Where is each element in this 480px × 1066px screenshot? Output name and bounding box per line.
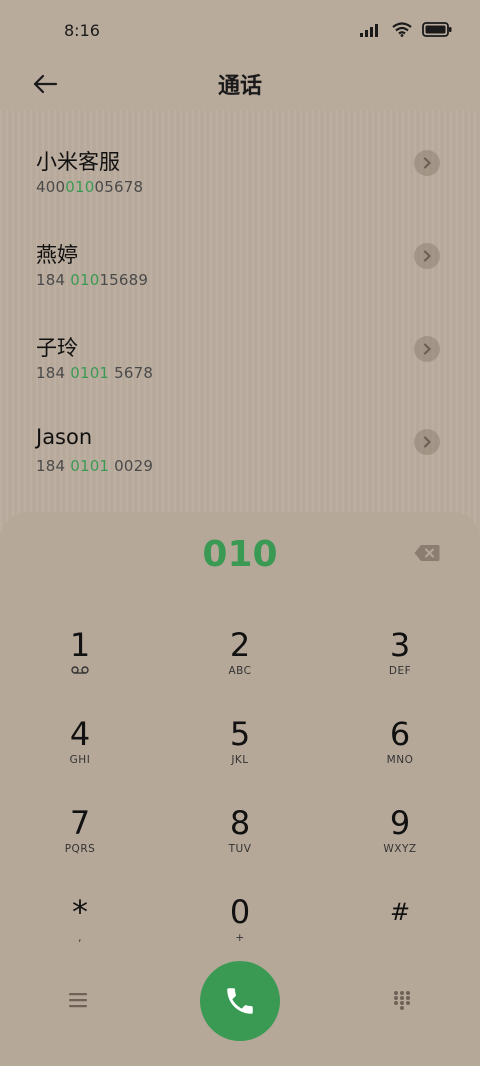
match-highlight: 0101 [70,457,110,475]
contact-number: 184 01015689 [36,271,149,289]
contact-number: 40001005678 [36,178,144,196]
key-8[interactable]: 8 TUV [180,805,300,885]
battery-icon [422,22,452,37]
key-3[interactable]: 3 DEF [340,627,460,707]
status-icons [360,22,452,37]
key-6[interactable]: 6 MNO [340,716,460,796]
page-title: 通话 [217,74,262,99]
backspace-icon [414,545,440,561]
match-highlight: 010 [70,271,100,289]
chevron-right-icon [424,157,431,169]
detail-button[interactable] [414,336,440,362]
chevron-right-icon [424,436,431,448]
signal-icon [360,23,378,37]
match-highlight: 010 [65,178,95,196]
menu-icon [69,993,87,1008]
key-2[interactable]: 2 ABC [180,627,300,707]
match-highlight: 0101 [70,364,110,382]
chevron-right-icon [424,343,431,355]
contact-number: 184 0101 0029 [36,457,154,475]
detail-button[interactable] [414,150,440,176]
dialed-number: 010 [202,534,278,575]
menu-button[interactable] [68,992,88,1008]
contact-number: 184 0101 5678 [36,364,154,382]
call-button[interactable] [200,961,280,1041]
key-5[interactable]: 5 JKL [180,716,300,796]
contact-result[interactable]: 小米客服 40001005678 [0,128,480,221]
bottom-action-bar [0,960,480,1050]
detail-button[interactable] [414,243,440,269]
detail-button[interactable] [414,429,440,455]
wifi-icon [392,22,412,37]
key-1[interactable]: 1 [20,627,140,707]
contact-result[interactable]: 燕婷 184 01015689 [0,221,480,314]
backspace-button[interactable] [414,544,440,562]
dialpad-icon [394,991,410,1010]
contact-name: Jason [36,425,93,449]
dialpad-toggle-button[interactable] [393,990,411,1010]
phone-icon [227,988,253,1014]
header: 通话 [0,62,480,106]
voicemail-icon [71,666,89,674]
status-bar: 8:16 [0,0,480,62]
contact-result[interactable]: Jason 184 0101 0029 [0,407,480,500]
contact-result[interactable]: 子玲 184 0101 5678 [0,314,480,407]
key-9[interactable]: 9 WXYZ [340,805,460,885]
status-time: 8:16 [64,21,100,40]
key-4[interactable]: 4 GHI [20,716,140,796]
contact-name: 燕婷 [36,243,78,267]
contact-name: 小米客服 [36,150,120,174]
contact-name: 子玲 [36,336,78,360]
chevron-right-icon [424,250,431,262]
key-7[interactable]: 7 PQRS [20,805,140,885]
